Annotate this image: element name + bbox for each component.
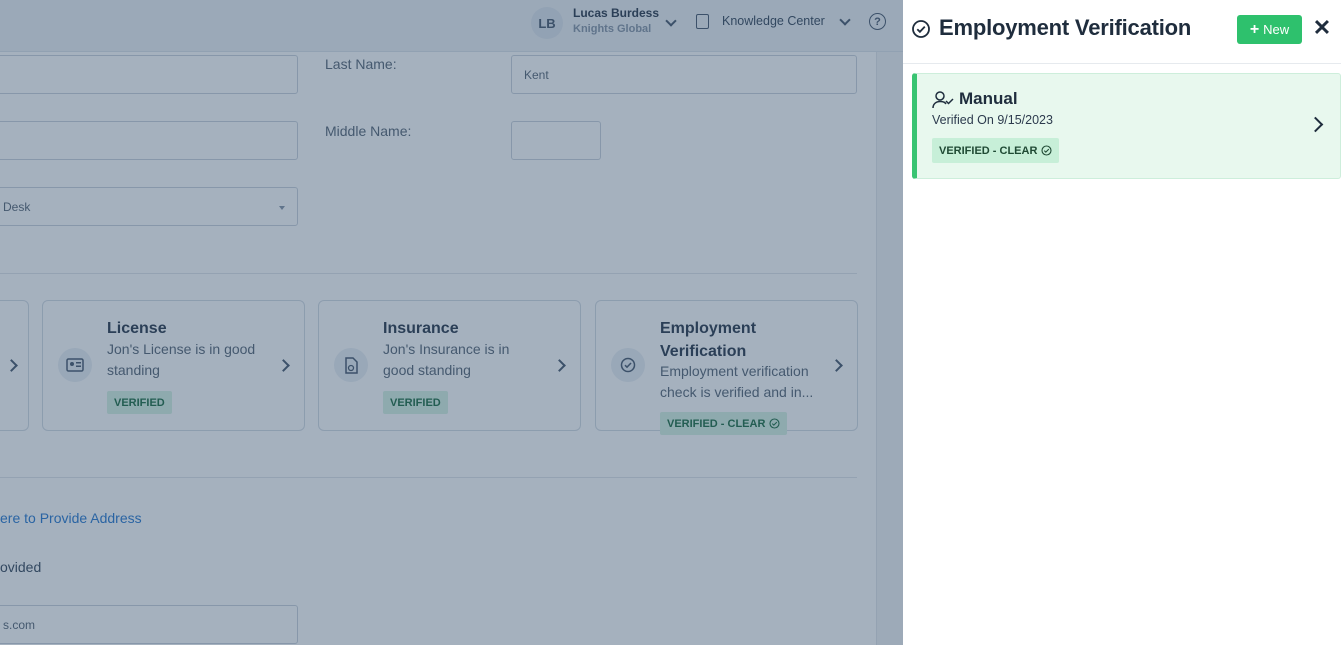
chevron-right-icon	[1307, 116, 1324, 133]
status-badge-label: VERIFIED - CLEAR	[939, 144, 1038, 157]
user-check-icon	[932, 91, 954, 109]
new-button-label: New	[1263, 22, 1290, 37]
status-badge: VERIFIED - CLEAR	[932, 138, 1060, 163]
verification-record[interactable]: Manual Verified On 9/15/2023 VERIFIED - …	[912, 73, 1341, 179]
close-button[interactable]: ✕	[1311, 15, 1333, 40]
check-circle-icon	[912, 20, 930, 38]
employment-verification-panel: Employment Verification + New ✕ Manual V…	[903, 0, 1341, 645]
modal-overlay[interactable]	[0, 0, 903, 645]
panel-header: Employment Verification + New ✕	[903, 0, 1341, 64]
new-button[interactable]: + New	[1237, 15, 1302, 44]
record-title: Manual	[959, 89, 1018, 108]
plus-icon: +	[1249, 20, 1260, 38]
panel-title: Employment Verification	[939, 15, 1192, 40]
check-circle-icon	[1041, 145, 1052, 156]
record-verified-date: Verified On 9/15/2023	[932, 113, 1053, 127]
